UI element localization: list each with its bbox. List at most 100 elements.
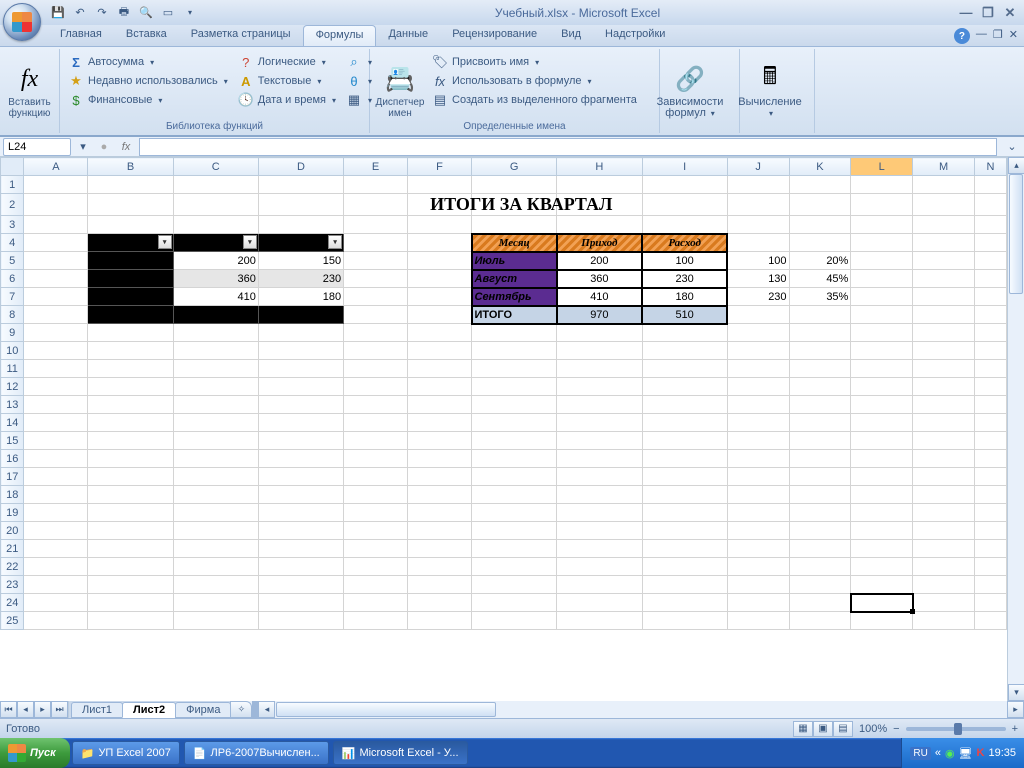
cell-D19[interactable] (258, 504, 343, 522)
cell-D14[interactable] (258, 414, 343, 432)
cell-M18[interactable] (913, 486, 975, 504)
scroll-down-icon[interactable]: ▾ (1008, 684, 1024, 701)
cell-I19[interactable] (642, 504, 727, 522)
cell-F22[interactable] (408, 558, 472, 576)
cell-M16[interactable] (913, 450, 975, 468)
cell-F11[interactable] (408, 360, 472, 378)
cell-A4[interactable] (24, 234, 88, 252)
cell-L1[interactable] (851, 176, 913, 194)
minimize-button[interactable]: — (956, 5, 976, 21)
row-header-1[interactable]: 1 (1, 176, 24, 194)
tray-icon-3[interactable]: K (977, 747, 985, 759)
cell-L9[interactable] (851, 324, 913, 342)
cell-M19[interactable] (913, 504, 975, 522)
row-header-10[interactable]: 10 (1, 342, 24, 360)
cell-A23[interactable] (24, 576, 88, 594)
cell-D10[interactable] (258, 342, 343, 360)
select-all-corner[interactable] (1, 158, 24, 176)
fx-label-icon[interactable]: fx (117, 141, 135, 153)
clock[interactable]: 19:35 (988, 747, 1016, 759)
cell-D16[interactable] (258, 450, 343, 468)
define-name-button[interactable]: 🏷Присвоить имя▾ (428, 53, 641, 71)
cell-C4[interactable]: Приход▾ (173, 234, 258, 252)
cell-J21[interactable] (727, 540, 789, 558)
row-header-16[interactable]: 16 (1, 450, 24, 468)
cell-G13[interactable] (472, 396, 557, 414)
formula-bar[interactable] (139, 138, 997, 156)
row-header-25[interactable]: 25 (1, 612, 24, 630)
cell-J18[interactable] (727, 486, 789, 504)
cell-B16[interactable] (88, 450, 173, 468)
cell-N2[interactable] (974, 194, 1006, 216)
cell-M3[interactable] (913, 216, 975, 234)
cell-J15[interactable] (727, 432, 789, 450)
cell-M23[interactable] (913, 576, 975, 594)
cell-I5[interactable]: 100 (642, 252, 727, 270)
cell-N25[interactable] (974, 612, 1006, 630)
cell-E6[interactable] (344, 270, 408, 288)
cell-L12[interactable] (851, 378, 913, 396)
cell-J16[interactable] (727, 450, 789, 468)
cell-I22[interactable] (642, 558, 727, 576)
cell-I9[interactable] (642, 324, 727, 342)
cell-M9[interactable] (913, 324, 975, 342)
cell-G3[interactable] (472, 216, 557, 234)
cell-D3[interactable] (258, 216, 343, 234)
logical-button[interactable]: ?Логические▾ (234, 53, 340, 71)
cell-G4[interactable]: Месяц (472, 234, 557, 252)
cell-B13[interactable] (88, 396, 173, 414)
cell-B24[interactable] (88, 594, 173, 612)
cell-D4[interactable]: Расход▾ (258, 234, 343, 252)
cell-A11[interactable] (24, 360, 88, 378)
cell-F4[interactable] (408, 234, 472, 252)
cell-N4[interactable] (974, 234, 1006, 252)
cell-D21[interactable] (258, 540, 343, 558)
cell-J14[interactable] (727, 414, 789, 432)
cell-K25[interactable] (789, 612, 851, 630)
cell-E2[interactable] (344, 194, 408, 216)
normal-view-button[interactable]: ▦ (793, 721, 813, 737)
first-sheet-icon[interactable]: ⏮ (0, 701, 17, 718)
cell-A22[interactable] (24, 558, 88, 576)
col-header-N[interactable]: N (974, 158, 1006, 176)
cell-K1[interactable] (789, 176, 851, 194)
cell-F6[interactable] (408, 270, 472, 288)
cell-J17[interactable] (727, 468, 789, 486)
row-header-9[interactable]: 9 (1, 324, 24, 342)
cell-N3[interactable] (974, 216, 1006, 234)
cell-I8[interactable]: 510 (642, 306, 727, 324)
cell-J24[interactable] (727, 594, 789, 612)
undo-icon[interactable]: ↶ (71, 4, 89, 22)
col-header-C[interactable]: C (173, 158, 258, 176)
cell-M13[interactable] (913, 396, 975, 414)
filter-dropdown-icon[interactable]: ▾ (243, 235, 257, 249)
cell-F9[interactable] (408, 324, 472, 342)
cell-C10[interactable] (173, 342, 258, 360)
qat-dropdown-icon[interactable]: ▾ (181, 4, 199, 22)
cell-B14[interactable] (88, 414, 173, 432)
namebox-dropdown-icon[interactable]: ▾ (75, 140, 91, 153)
cell-B8[interactable]: Итог (88, 306, 173, 324)
cell-A19[interactable] (24, 504, 88, 522)
col-header-L[interactable]: L (851, 158, 913, 176)
cell-E17[interactable] (344, 468, 408, 486)
cell-K19[interactable] (789, 504, 851, 522)
cell-N17[interactable] (974, 468, 1006, 486)
cell-J2[interactable] (727, 194, 789, 216)
row-header-12[interactable]: 12 (1, 378, 24, 396)
financial-button[interactable]: $Финансовые▾ (64, 91, 232, 109)
cell-H15[interactable] (557, 432, 642, 450)
cell-I2[interactable] (642, 194, 727, 216)
datetime-button[interactable]: 🕓Дата и время▾ (234, 91, 340, 109)
cell-B19[interactable] (88, 504, 173, 522)
cell-J9[interactable] (727, 324, 789, 342)
cell-D11[interactable] (258, 360, 343, 378)
cell-D2[interactable] (258, 194, 343, 216)
row-header-4[interactable]: 4 (1, 234, 24, 252)
cell-K17[interactable] (789, 468, 851, 486)
scroll-left-icon[interactable]: ◂ (258, 701, 275, 718)
cell-D8[interactable]: 560 (258, 306, 343, 324)
cell-J13[interactable] (727, 396, 789, 414)
cell-F12[interactable] (408, 378, 472, 396)
page-layout-view-button[interactable]: ▣ (813, 721, 833, 737)
